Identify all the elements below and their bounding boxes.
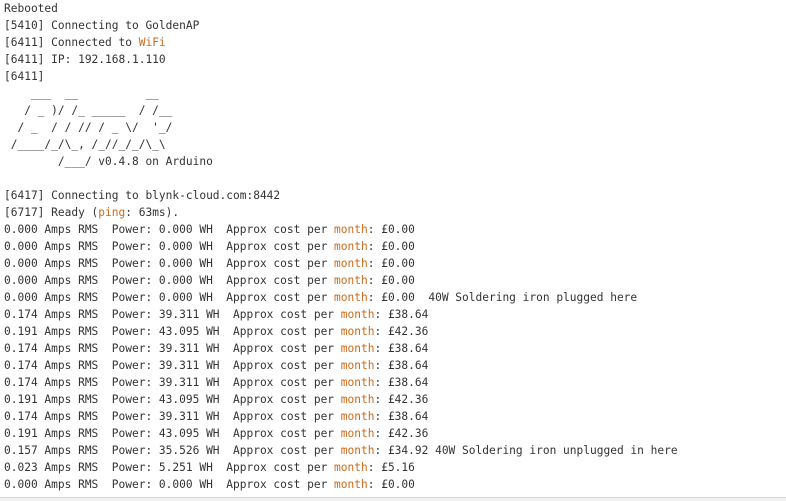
highlighted-keyword: month xyxy=(334,223,368,236)
console-line: Rebooted xyxy=(4,0,786,17)
console-text: : £38.64 xyxy=(374,410,429,423)
console-line: [6717] Ready (ping: 63ms). xyxy=(4,204,786,221)
console-text: : £34.92 40W Soldering iron unplugged in… xyxy=(374,444,678,457)
console-text: : £38.64 xyxy=(374,342,429,355)
console-text: : £42.36 xyxy=(374,427,429,440)
console-text: : £42.36 xyxy=(374,393,429,406)
console-line: 0.000 Amps RMS Power: 0.000 WH Approx co… xyxy=(4,238,786,255)
console-line: 0.174 Amps RMS Power: 39.311 WH Approx c… xyxy=(4,357,786,374)
console-text: : £0.00 xyxy=(367,257,415,270)
console-text: 0.000 Amps RMS Power: 0.000 WH Approx co… xyxy=(4,223,335,236)
console-text: : £0.00 xyxy=(367,274,415,287)
console-line: 0.000 Amps RMS Power: 0.000 WH Approx co… xyxy=(4,289,786,306)
console-line: 0.023 Amps RMS Power: 5.251 WH Approx co… xyxy=(4,459,786,476)
console-text: : £38.64 xyxy=(374,359,429,372)
highlighted-keyword: WiFi xyxy=(138,36,166,49)
console-text: / _ / / // / _ \/ '_/ xyxy=(4,121,173,134)
console-text: /____/_/\_, /_//_/_/\_\ xyxy=(4,138,166,151)
window-bottom-edge xyxy=(0,497,786,501)
console-text: ___ __ __ xyxy=(4,87,159,100)
console-text: 0.000 Amps RMS Power: 0.000 WH Approx co… xyxy=(4,240,335,253)
console-line: 0.191 Amps RMS Power: 43.095 WH Approx c… xyxy=(4,391,786,408)
console-text: : £0.00 xyxy=(367,240,415,253)
console-line: 0.000 Amps RMS Power: 0.000 WH Approx co… xyxy=(4,221,786,238)
highlighted-keyword: month xyxy=(340,410,375,423)
highlighted-keyword: month xyxy=(340,427,375,440)
console-text: 0.174 Amps RMS Power: 39.311 WH Approx c… xyxy=(4,308,341,321)
serial-monitor-output[interactable]: Rebooted [5410] Connecting to GoldenAP [64… xyxy=(4,0,786,501)
console-text: 0.023 Amps RMS Power: 5.251 WH Approx co… xyxy=(4,461,335,474)
console-line: /____/_/\_, /_//_/_/\_\ xyxy=(4,136,786,153)
console-line: 0.174 Amps RMS Power: 39.311 WH Approx c… xyxy=(4,408,786,425)
console-line: ___ __ __ xyxy=(4,85,786,102)
console-line: / _ )/ /_ _____ / /__ xyxy=(4,102,786,119)
highlighted-keyword: month xyxy=(340,325,375,338)
console-text: : £0.00 40W Soldering iron plugged here xyxy=(367,291,638,304)
console-text: [6717] Ready ( xyxy=(4,206,99,219)
console-line: [6411] Connected to WiFi xyxy=(4,34,786,51)
console-text: : £38.64 xyxy=(374,376,429,389)
console-text: [6411] IP: 192.168.1.110 xyxy=(4,53,166,66)
console-line: 0.000 Amps RMS Power: 0.000 WH Approx co… xyxy=(4,476,786,493)
console-line: 0.000 Amps RMS Power: 0.000 WH Approx co… xyxy=(4,255,786,272)
console-text: /___/ v0.4.8 on Arduino xyxy=(4,155,213,168)
console-text: 0.157 Amps RMS Power: 35.526 WH Approx c… xyxy=(4,444,341,457)
console-line: /___/ v0.4.8 on Arduino xyxy=(4,153,786,170)
console-text: : £42.36 xyxy=(374,325,429,338)
console-text: [6411] Connected to xyxy=(4,36,139,49)
highlighted-keyword: month xyxy=(334,478,368,491)
console-text: 0.174 Amps RMS Power: 39.311 WH Approx c… xyxy=(4,376,341,389)
console-text: : 63ms). xyxy=(125,206,180,219)
console-text: : £0.00 xyxy=(367,223,415,236)
highlighted-keyword: month xyxy=(334,274,368,287)
console-line: / _ / / // / _ \/ '_/ xyxy=(4,119,786,136)
console-text: 0.000 Amps RMS Power: 0.000 WH Approx co… xyxy=(4,274,335,287)
highlighted-keyword: month xyxy=(334,257,368,270)
console-text: : £0.00 xyxy=(367,478,415,491)
console-line: [6417] Connecting to blynk-cloud.com:844… xyxy=(4,187,786,204)
highlighted-keyword: month xyxy=(340,444,375,457)
console-text: / _ )/ /_ _____ / /__ xyxy=(4,104,173,117)
console-text: 0.191 Amps RMS Power: 43.095 WH Approx c… xyxy=(4,393,341,406)
console-line: 0.000 Amps RMS Power: 0.000 WH Approx co… xyxy=(4,272,786,289)
console-text: : £5.16 xyxy=(367,461,415,474)
console-line: [6411] IP: 192.168.1.110 xyxy=(4,51,786,68)
console-text: [6411] xyxy=(4,70,45,83)
console-text: 0.000 Amps RMS Power: 0.000 WH Approx co… xyxy=(4,257,335,270)
highlighted-keyword: month xyxy=(334,291,368,304)
highlighted-keyword: month xyxy=(334,240,368,253)
highlighted-keyword: month xyxy=(340,359,375,372)
console-text: [5410] Connecting to GoldenAP xyxy=(4,19,200,32)
console-text: 0.174 Amps RMS Power: 39.311 WH Approx c… xyxy=(4,342,341,355)
console-text: : £38.64 xyxy=(374,308,429,321)
console-text: 0.191 Amps RMS Power: 43.095 WH Approx c… xyxy=(4,325,341,338)
highlighted-keyword: month xyxy=(340,308,375,321)
console-text: [6417] Connecting to blynk-cloud.com:844… xyxy=(4,189,281,202)
console-line: [6411] xyxy=(4,68,786,85)
console-line: 0.157 Amps RMS Power: 35.526 WH Approx c… xyxy=(4,442,786,459)
console-text: 0.000 Amps RMS Power: 0.000 WH Approx co… xyxy=(4,291,335,304)
highlighted-keyword: month xyxy=(340,393,375,406)
console-text: 0.174 Amps RMS Power: 39.311 WH Approx c… xyxy=(4,410,341,423)
console-text: Rebooted xyxy=(4,2,58,15)
highlighted-keyword: month xyxy=(340,342,375,355)
console-text: 0.000 Amps RMS Power: 0.000 WH Approx co… xyxy=(4,478,335,491)
console-line: 0.191 Amps RMS Power: 43.095 WH Approx c… xyxy=(4,425,786,442)
highlighted-keyword: month xyxy=(334,461,368,474)
console-line: 0.174 Amps RMS Power: 39.311 WH Approx c… xyxy=(4,374,786,391)
console-text: 0.191 Amps RMS Power: 43.095 WH Approx c… xyxy=(4,427,341,440)
console-line: 0.174 Amps RMS Power: 39.311 WH Approx c… xyxy=(4,306,786,323)
console-line: 0.174 Amps RMS Power: 39.311 WH Approx c… xyxy=(4,340,786,357)
console-line: [5410] Connecting to GoldenAP xyxy=(4,17,786,34)
highlighted-keyword: ping xyxy=(98,206,126,219)
console-text: 0.174 Amps RMS Power: 39.311 WH Approx c… xyxy=(4,359,341,372)
console-line: 0.191 Amps RMS Power: 43.095 WH Approx c… xyxy=(4,323,786,340)
highlighted-keyword: month xyxy=(340,376,375,389)
